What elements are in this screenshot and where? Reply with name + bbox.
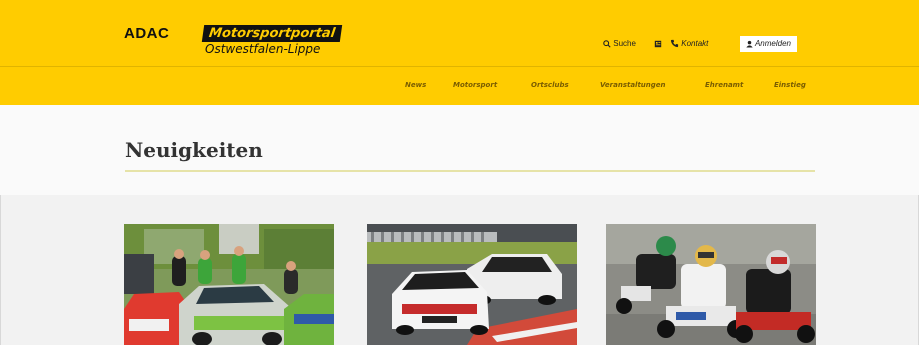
nav-item-ortsclubs[interactable]: Ortsclubs [531,77,569,93]
nav-item-veranstaltungen[interactable]: Veranstaltungen [600,77,666,93]
nav-item-motorsport[interactable]: Motorsport [453,77,497,93]
touring-cars-image [367,224,577,345]
header-divider [0,66,919,67]
adac-logo[interactable]: ADAC [124,25,169,42]
news-card-rally[interactable] [124,224,334,345]
contact-link[interactable]: Kontakt [670,36,708,52]
nav-item-news[interactable]: News [405,77,426,93]
login-button[interactable]: Anmelden [740,36,797,52]
newsletter-icon [654,40,662,48]
news-card-kart[interactable] [606,224,816,345]
karting-image [606,224,816,345]
news-card-touring[interactable] [367,224,577,345]
title-underline [125,170,815,172]
region-name: Ostwestfalen-Lippe [205,42,321,56]
rally-podium-image [124,224,334,345]
contact-label: Kontakt [681,39,709,48]
nav-item-ehrenamt[interactable]: Ehrenamt [705,77,743,93]
search-label: Suche [613,39,636,48]
phone-icon [670,40,679,48]
portal-logo[interactable]: Motorsportportal [201,25,343,42]
search-icon [603,40,611,48]
page-title: Neuigkeiten [125,138,263,162]
user-icon [746,40,753,48]
nav-item-einstieg[interactable]: Einstieg [774,77,806,93]
login-label: Anmelden [754,39,791,48]
site-header: ADAC Motorsportportal Ostwestfalen-Lippe… [0,0,919,105]
newsletter-link[interactable] [654,36,662,52]
search-link[interactable]: Suche [603,36,636,52]
